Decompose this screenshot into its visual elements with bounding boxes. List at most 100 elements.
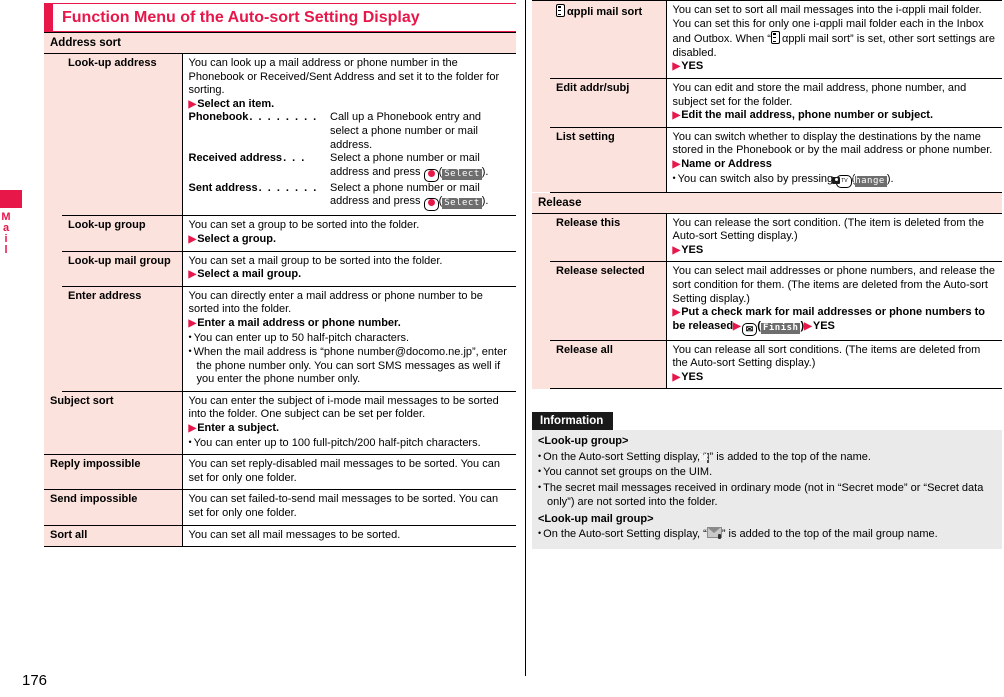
mail-key-icon: ✉ — [741, 322, 758, 336]
softkey-label-change: Change — [849, 175, 887, 187]
step-line: ▶YES — [673, 244, 999, 258]
step-arrow-icon: ▶ — [672, 307, 681, 319]
row-label-reply-impossible: Reply impossible — [44, 454, 183, 491]
step-arrow-icon: ▶ — [672, 110, 681, 122]
definition-desc: Select a phone number or mail address an… — [330, 182, 512, 212]
softkey-label-select: Select — [442, 198, 482, 210]
desc-text: You can set a mail group to be sorted in… — [188, 254, 443, 267]
step-arrow-icon: ▶ — [672, 371, 681, 383]
bullet-item: You can switch also by pressing TV(Chang… — [673, 172, 999, 188]
iappli-phone-icon — [556, 4, 565, 17]
row-indent — [532, 261, 550, 341]
definition-term: Sent address — [188, 181, 258, 194]
envelope-icon: ✉ — [745, 323, 754, 334]
information-body: <Look-up group> On the Auto-sort Setting… — [532, 430, 1002, 549]
step-text: Enter a mail address or phone number. — [197, 316, 401, 329]
definition-desc-post: . — [485, 195, 489, 208]
center-key-dot — [427, 199, 435, 207]
side-tab-label: Mail — [0, 211, 12, 255]
table-row: Release selected You can select mail add… — [532, 261, 1002, 341]
step-line: ▶YES — [673, 60, 999, 74]
center-key-icon — [423, 168, 439, 182]
column-divider — [525, 0, 526, 676]
softkey-label-finish: Finish — [760, 322, 801, 334]
row-indent — [532, 127, 550, 193]
row-desc-release-selected: You can select mail addresses or phone n… — [666, 261, 1002, 341]
mail-group-icon — [706, 527, 722, 540]
definition-term: Received address — [188, 152, 283, 165]
step-arrow-icon: ▶ — [804, 320, 812, 332]
section-header-address-sort: Address sort — [44, 32, 516, 54]
row-desc-list-setting: You can switch whether to display the de… — [666, 127, 1002, 193]
bullet-text-post: . — [890, 172, 894, 185]
step-text: Select an item. — [197, 97, 275, 110]
definition-desc: Select a phone number or mail address an… — [330, 152, 512, 182]
information-item: On the Auto-sort Setting display, “GR” i… — [538, 449, 996, 465]
desc-text: You can directly enter a mail address or… — [188, 289, 483, 316]
chapter-title-text: Function Menu of the Auto-sort Setting D… — [62, 9, 420, 26]
definition-list: Phonebook . . . . . . . . Call up a Phon… — [188, 111, 513, 212]
step-line: ▶Select a group. — [189, 233, 513, 247]
table-row: Reply impossible You can set reply-disab… — [44, 454, 516, 491]
information-item: On the Auto-sort Setting display, “ ” is … — [538, 526, 996, 542]
desc-text: You can switch whether to display the de… — [672, 130, 993, 157]
section-header-release: Release — [532, 192, 1002, 214]
left-column: Function Menu of the Auto-sort Setting D… — [44, 0, 516, 548]
table-row: Send impossible You can set failed-to-se… — [44, 489, 516, 526]
definition-desc-post: . — [485, 165, 489, 178]
side-tab: Mail — [0, 190, 22, 255]
step-line: ▶Enter a subject. — [189, 422, 513, 436]
information-tab-label: Information — [532, 412, 614, 431]
row-indent — [44, 286, 62, 392]
table-row: Look-up group You can set a group to be … — [44, 215, 516, 252]
table-row: Edit addr/subj You can edit and store th… — [532, 78, 1002, 128]
step-arrow-icon: ▶ — [188, 423, 197, 435]
camera-icon — [832, 176, 841, 184]
row-label-release-this: Release this — [550, 213, 667, 263]
info-text-pre: On the Auto-sort Setting display, “ — [543, 528, 707, 541]
definition-row-sent-address: Sent address . . . . . . . Select a phon… — [189, 182, 513, 212]
chapter-title: Function Menu of the Auto-sort Setting D… — [44, 3, 516, 32]
info-text-post: ” is added to the top of the name. — [709, 450, 871, 463]
step-line: ▶Select a mail group. — [189, 268, 513, 282]
table-row: Look-up mail group You can set a mail gr… — [44, 251, 516, 287]
row-indent — [44, 54, 62, 216]
desc-text: You can release the sort condition. (The… — [672, 216, 984, 243]
bullet-text-pre: You can switch also by pressing — [677, 172, 834, 185]
desc-text: You can set a group to be sorted into th… — [188, 219, 420, 232]
row-desc-subject-sort: You can enter the subject of i-mode mail… — [182, 391, 516, 456]
definition-row-received-address: Received address . . . Select a phone nu… — [189, 152, 513, 182]
row-indent — [532, 213, 550, 262]
row-indent — [532, 78, 550, 128]
row-desc-look-up-group: You can set a group to be sorted into th… — [182, 215, 516, 252]
row-label-release-all: Release all — [550, 340, 667, 390]
definition-term: Phonebook — [188, 111, 249, 124]
definition-leader: . . . — [283, 152, 306, 165]
table-row: Sort all You can set all mail messages t… — [44, 525, 516, 548]
row-desc-reply-impossible: You can set reply-disabled mail messages… — [182, 454, 516, 491]
step-text: Select a group. — [197, 232, 277, 245]
iappli-phone-icon — [770, 31, 780, 45]
softkey-label-select: Select — [442, 168, 482, 180]
step-line: ▶Put a check mark for mail addresses or … — [672, 306, 986, 336]
row-label-enter-address: Enter address — [62, 286, 183, 392]
desc-text: You can edit and store the mail address,… — [672, 81, 967, 108]
step-text: YES — [681, 370, 704, 383]
row-label-sort-all: Sort all — [44, 525, 183, 548]
row-indent — [44, 215, 62, 252]
row-label-send-impossible: Send impossible — [44, 489, 183, 526]
step-text: YES — [681, 60, 704, 73]
center-key-dot — [427, 169, 435, 177]
row-label-look-up-mail-group: Look-up mail group — [62, 251, 183, 287]
step-text: Select a mail group. — [197, 268, 302, 281]
row-desc-look-up-mail-group: You can set a mail group to be sorted in… — [182, 251, 516, 287]
table-row: Release this You can release the sort co… — [532, 213, 1002, 263]
step-text-part2: YES — [812, 319, 835, 332]
step-line: ▶Name or Address — [673, 158, 999, 172]
information-box: Information <Look-up group> On the Auto-… — [532, 411, 1002, 549]
row-desc-release-all: You can release all sort conditions. (Th… — [666, 340, 1002, 390]
row-desc-enter-address: You can directly enter a mail address or… — [182, 286, 516, 392]
row-label-look-up-address: Look-up address — [62, 54, 183, 217]
row-label-iappli-mail-sort: αppli mail sort — [550, 0, 667, 79]
table-row: Subject sort You can enter the subject o… — [44, 391, 516, 456]
